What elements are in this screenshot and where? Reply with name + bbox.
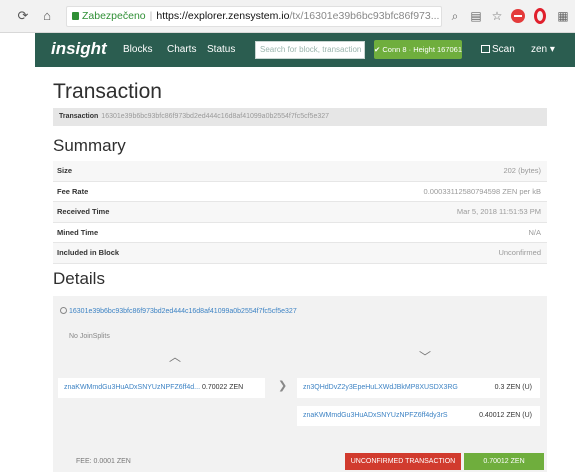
currency-dropdown[interactable]: zen ▾ bbox=[531, 44, 555, 55]
input-address-link[interactable]: znaKWMmdGu3HuADxSNYUzNPFZ6ff4d... bbox=[64, 384, 200, 391]
unconfirmed-status-badge: UNCONFIRMED TRANSACTION bbox=[345, 453, 461, 470]
chevron-up-icon[interactable]: ︿ bbox=[169, 348, 181, 365]
insight-logo[interactable]: insight bbox=[51, 39, 107, 59]
output-row: znaKWMmdGu3HuADxSNYUzNPFZ6ff4dy3rS 0.400… bbox=[297, 406, 540, 426]
output-row: zn3QHdDvZ2y3EpeHuLXWdJBkMP8XUSDX3RG 0.3 … bbox=[297, 378, 540, 398]
summary-row-received-time: Received Time Mar 5, 2018 11:51:53 PM bbox=[53, 202, 547, 223]
output-amount: 0.3 ZEN (U) bbox=[494, 384, 532, 391]
page-title: Transaction bbox=[53, 80, 162, 103]
details-txid-link[interactable]: 16301e39b6bc93bfc86f973bd2ed444c16d8af41… bbox=[60, 307, 297, 315]
joinsplits-label: No JoinSplits bbox=[69, 333, 110, 340]
summary-row-fee-rate: Fee Rate 0.00033112580794598 ZEN per kB bbox=[53, 182, 547, 202]
nav-charts-link[interactable]: Charts bbox=[167, 44, 196, 55]
input-amount: 0.70022 ZEN bbox=[201, 384, 244, 391]
bookmark-star-icon[interactable]: ☆ bbox=[490, 9, 504, 23]
search-input[interactable]: Search for block, transaction bbox=[255, 41, 365, 59]
summary-row-included-in-block: Included in Block Unconfirmed bbox=[53, 243, 547, 264]
nav-blocks-link[interactable]: Blocks bbox=[123, 44, 152, 55]
url-host: https://explorer.zensystem.io bbox=[156, 10, 290, 22]
scan-icon bbox=[481, 45, 490, 53]
output-amount: 0.40012 ZEN (U) bbox=[479, 412, 532, 419]
transaction-hash-bar: Transaction 16301e39b6bc93bfc86f973bd2ed4… bbox=[53, 108, 547, 126]
nav-status-link[interactable]: Status bbox=[207, 44, 235, 55]
scan-button[interactable]: Scan bbox=[481, 44, 515, 55]
summary-heading: Summary bbox=[53, 136, 126, 155]
chevron-down-icon[interactable]: ﹀ bbox=[419, 348, 431, 365]
arrow-right-icon: ❯ bbox=[278, 380, 288, 392]
details-panel: 16301e39b6bc93bfc86f973bd2ed444c16d8af41… bbox=[53, 296, 547, 472]
home-icon[interactable]: ⌂ bbox=[40, 9, 54, 23]
total-amount-badge: 0.70012 ZEN bbox=[464, 453, 544, 470]
opera-icon[interactable] bbox=[534, 8, 546, 24]
secure-label: Zabezpečeno bbox=[82, 10, 146, 22]
site-navbar: insight Blocks Charts Status Search for … bbox=[35, 33, 575, 67]
summary-table: Size 202 (bytes) Fee Rate 0.000331125807… bbox=[53, 161, 547, 264]
browser-toolbar: ⟳ ⌂ Zabezpečeno | https://explorer.zensyst… bbox=[0, 0, 575, 33]
collapse-circle-icon[interactable] bbox=[60, 307, 67, 314]
lock-icon bbox=[72, 12, 79, 20]
url-path: /tx/16301e39b6bc93bfc86f973... bbox=[289, 10, 440, 22]
reload-icon[interactable]: ⟳ bbox=[16, 9, 30, 23]
transaction-hash: 16301e39b6bc93bfc86f973bd2ed444c16d8af41… bbox=[101, 113, 330, 120]
zoom-icon[interactable]: ⌕ bbox=[448, 9, 462, 23]
details-heading: Details bbox=[53, 269, 105, 288]
output-address-link[interactable]: zn3QHdDvZ2y3EpeHuLXWdJBkMP8XUSDX3RG bbox=[303, 384, 458, 391]
summary-row-size: Size 202 (bytes) bbox=[53, 161, 547, 182]
extension-icon[interactable]: ▦ bbox=[556, 9, 570, 23]
transaction-label: Transaction bbox=[59, 113, 99, 120]
input-row: znaKWMmdGu3HuADxSNYUzNPFZ6ff4d... 0.7002… bbox=[58, 378, 265, 398]
summary-row-mined-time: Mined Time N/A bbox=[53, 223, 547, 243]
adblock-icon[interactable] bbox=[511, 9, 525, 23]
fee-label: FEE: 0.0001 ZEN bbox=[76, 458, 131, 465]
translate-icon[interactable]: ▤ bbox=[469, 9, 483, 23]
address-bar[interactable]: Zabezpečeno | https://explorer.zensystem.i… bbox=[66, 6, 442, 27]
output-address-link[interactable]: znaKWMmdGu3HuADxSNYUzNPFZ6ff4dy3rS bbox=[303, 412, 448, 419]
connection-status-badge[interactable]: ✔ Conn 8 · Height 167061 bbox=[374, 40, 462, 59]
